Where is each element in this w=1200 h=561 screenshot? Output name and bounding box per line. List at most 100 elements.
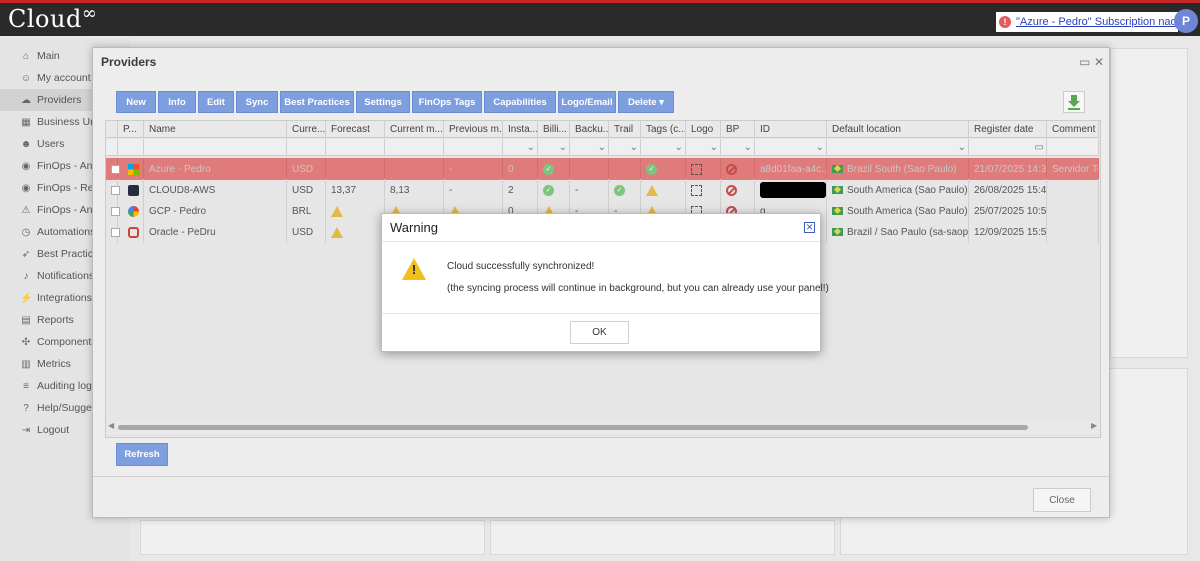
chevron-down-icon[interactable]: ⌄ — [598, 142, 606, 153]
column-header[interactable]: Trail — [609, 121, 641, 138]
best-practices-button[interactable]: Best Practices — [280, 91, 354, 113]
column-header[interactable]: P... — [118, 121, 144, 138]
cell-billing: ✓ — [538, 179, 570, 201]
chevron-down-icon[interactable]: ⌄ — [527, 142, 535, 153]
horizontal-scrollbar[interactable]: ◀ ▶ — [106, 421, 1100, 434]
column-filter[interactable]: ▭ — [969, 139, 1047, 156]
chevron-down-icon[interactable]: ⌄ — [559, 142, 567, 153]
column-header[interactable]: Curre... — [287, 121, 326, 138]
table-row[interactable]: Azure - Pedro USD -0 ✓ ✓ a8d01faa-a4c... Brazi… — [106, 158, 1099, 180]
column-filter[interactable]: ⌄ — [538, 139, 570, 156]
row-checkbox[interactable] — [111, 164, 120, 174]
calendar-icon[interactable]: ▭ — [1035, 142, 1044, 153]
finops-tags-button[interactable]: FinOps Tags — [412, 91, 482, 113]
chevron-down-icon[interactable]: ⌄ — [675, 142, 683, 153]
column-filter[interactable]: ⌄ — [686, 139, 721, 156]
sidebar-item-label: Notifications — [37, 270, 95, 282]
cell-logo — [686, 179, 721, 201]
column-filter[interactable] — [118, 139, 144, 156]
column-header[interactable]: Current m... — [385, 121, 444, 138]
sidebar-item-label: Logout — [37, 424, 70, 436]
column-header[interactable]: BP — [721, 121, 755, 138]
column-header[interactable]: ID — [755, 121, 827, 138]
column-filter[interactable]: ⌄ — [827, 139, 969, 156]
dialog-divider — [382, 241, 820, 242]
column-header[interactable]: Default location — [827, 121, 969, 138]
close-icon[interactable]: ✕ — [1094, 55, 1104, 69]
capabilities-button[interactable]: Capabilities — [484, 91, 556, 113]
subscription-notice-link[interactable]: "Azure - Pedro" Subscription nao ativo — [1016, 16, 1178, 28]
column-filter[interactable] — [287, 139, 326, 156]
chevron-down-icon[interactable]: ⌄ — [744, 142, 752, 153]
export-button[interactable] — [1063, 91, 1085, 113]
column-header[interactable]: Backu... — [570, 121, 609, 138]
warning-dialog: Warning ✕ ! Cloud successfully synchroni… — [381, 213, 829, 352]
column-filter[interactable] — [326, 139, 385, 156]
logo-email-button[interactable]: Logo/Email — [558, 91, 616, 113]
close-button[interactable]: Close — [1033, 488, 1091, 512]
column-filter[interactable]: ⌄ — [641, 139, 686, 156]
cell-name: Oracle - PeDru — [144, 221, 287, 243]
avatar[interactable]: P — [1174, 9, 1198, 33]
aws-logo-icon — [128, 184, 139, 196]
column-filter[interactable]: ⌄ — [609, 139, 641, 156]
row-checkbox[interactable] — [111, 206, 120, 216]
sidebar-item-label: My account — [37, 72, 91, 84]
cell-forecast — [326, 200, 385, 222]
sidebar-item-label: Components — [37, 336, 97, 348]
column-filter[interactable] — [385, 139, 444, 156]
column-filter[interactable]: ⌄ — [503, 139, 538, 156]
chevron-down-icon[interactable]: ⌄ — [958, 142, 966, 153]
info-button[interactable]: Info — [158, 91, 196, 113]
column-filter[interactable] — [444, 139, 503, 156]
sync-button[interactable]: Sync — [236, 91, 278, 113]
table-row[interactable]: CLOUD8-AWS USD 13,37 8,13-2 ✓ - ✓ South America… — [106, 179, 1099, 201]
ok-button[interactable]: OK — [570, 321, 629, 344]
dashboard-panel — [1110, 48, 1188, 358]
column-header[interactable]: Forecast — [326, 121, 385, 138]
maximize-icon[interactable]: ▭ — [1079, 55, 1090, 69]
column-header[interactable]: Logo — [686, 121, 721, 138]
column-header[interactable]: Name — [144, 121, 287, 138]
cell-register: 26/08/2025 15:44 — [969, 179, 1047, 201]
column-header[interactable]: Billi... — [538, 121, 570, 138]
row-checkbox[interactable] — [111, 227, 120, 237]
column-filter[interactable] — [1047, 139, 1099, 156]
cell-location: Brazil / Sao Paulo (sa-saopau... — [827, 221, 969, 243]
column-filter[interactable]: ⌄ — [570, 139, 609, 156]
delete-button[interactable]: Delete ▾ — [618, 91, 674, 113]
row-checkbox[interactable] — [111, 185, 120, 195]
column-header[interactable]: Tags (c... — [641, 121, 686, 138]
cloud-icon: ☁ — [21, 94, 31, 106]
app-logo[interactable]: Cloud∞ — [8, 3, 97, 33]
edit-button[interactable]: Edit — [198, 91, 234, 113]
cell-name: CLOUD8-AWS — [144, 179, 287, 201]
column-header[interactable]: Comment — [1047, 121, 1099, 138]
dialog-close-icon[interactable]: ✕ — [804, 222, 815, 233]
scrollbar-thumb[interactable] — [118, 425, 1028, 430]
list-icon: ≡ — [23, 380, 29, 392]
chevron-down-icon[interactable]: ⌄ — [630, 142, 638, 153]
column-header[interactable]: Register date — [969, 121, 1047, 138]
column-filter[interactable]: ⌄ — [755, 139, 827, 156]
clock-icon: ◷ — [21, 226, 31, 238]
column-filter[interactable]: ⌄ — [721, 139, 755, 156]
new-button[interactable]: New — [116, 91, 156, 113]
cell-previous: - — [444, 158, 503, 180]
column-header[interactable]: Insta... — [503, 121, 538, 138]
settings-button[interactable]: Settings — [356, 91, 410, 113]
refresh-button[interactable]: Refresh — [116, 443, 168, 466]
cell-currency: USD — [287, 221, 326, 243]
coin-icon: ◉ — [21, 160, 31, 172]
cell-location: South America (Sao Paulo) - ... — [827, 179, 969, 201]
cell-bp — [721, 179, 755, 201]
scroll-left-icon[interactable]: ◀ — [108, 421, 114, 430]
chevron-down-icon[interactable]: ⌄ — [710, 142, 718, 153]
scroll-right-icon[interactable]: ▶ — [1091, 421, 1097, 430]
column-header[interactable]: Previous m... — [444, 121, 503, 138]
subscription-notice[interactable]: ! "Azure - Pedro" Subscription nao ativo — [996, 12, 1178, 32]
cell-id — [755, 179, 827, 201]
column-filter[interactable] — [144, 139, 287, 156]
chevron-down-icon[interactable]: ⌄ — [816, 142, 824, 153]
warning-icon: ! — [402, 258, 426, 280]
